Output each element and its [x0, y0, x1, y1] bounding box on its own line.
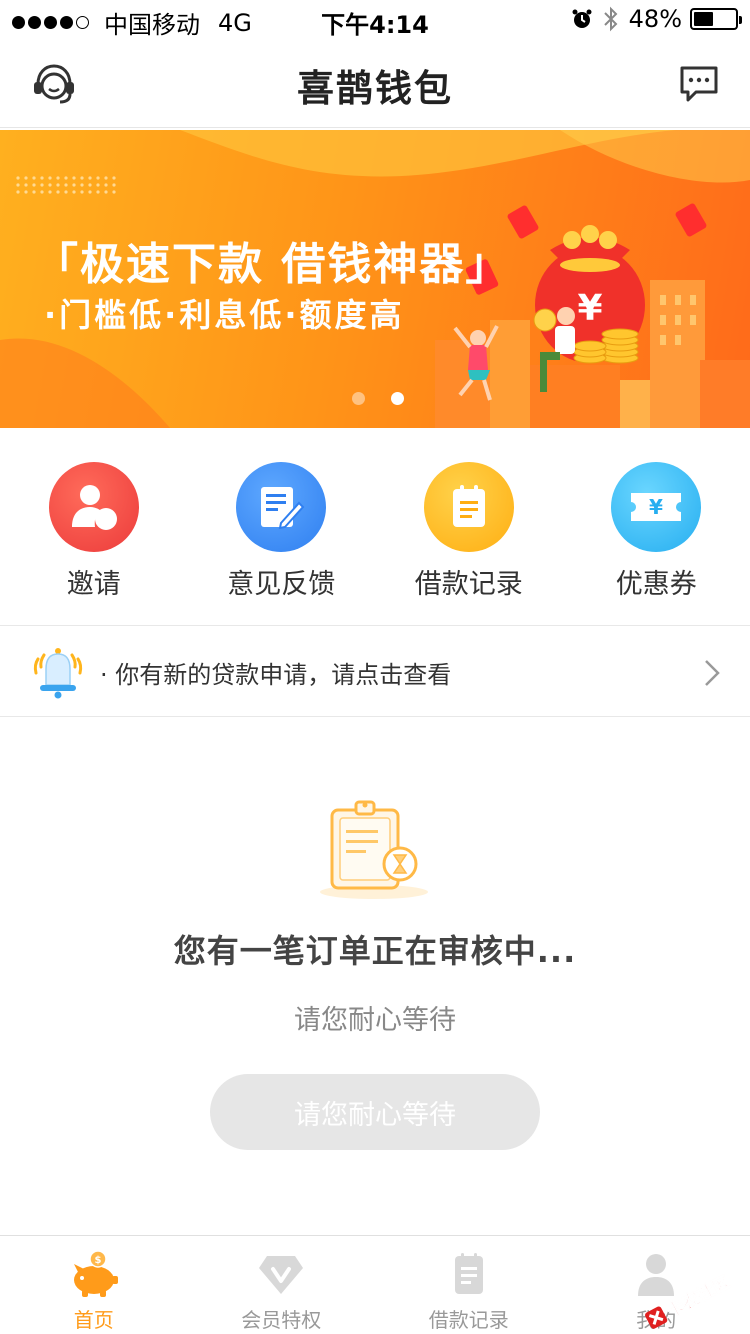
banner-pager[interactable]: [352, 392, 430, 405]
document-icon: [454, 1253, 483, 1294]
tab-label: 借款记录: [428, 1308, 509, 1332]
notice-bar[interactable]: · 你有新的贷款申请，请点击查看: [0, 627, 750, 717]
quick-action-label: 邀请: [66, 569, 121, 600]
feedback-icon: [236, 462, 327, 552]
status-bar-right: 48%: [571, 5, 742, 33]
order-status-subtitle: 请您耐心等待: [294, 1005, 456, 1036]
pager-dot-2[interactable]: [391, 392, 404, 405]
quick-action-label: 优惠券: [615, 569, 697, 600]
coupon-icon: ¥: [611, 462, 702, 552]
invite-user-icon: [48, 462, 139, 552]
battery-icon: [690, 8, 742, 30]
banner-subline: ·门槛低·利息低·额度高: [44, 296, 405, 334]
tab-loan-record[interactable]: 借款记录: [375, 1236, 563, 1334]
bell-icon: [33, 648, 83, 699]
tab-home[interactable]: $ 首页: [0, 1236, 188, 1334]
notice-text: · 你有新的贷款申请，请点击查看: [100, 661, 452, 689]
tab-label: 首页: [73, 1308, 114, 1332]
diamond-icon: [259, 1256, 304, 1294]
chevron-right-icon: [705, 660, 720, 686]
navigation-bar: 喜鹊钱包: [0, 40, 750, 128]
svg-text:$: $: [94, 1255, 101, 1266]
banner-headline: 「极速下款 借钱神器」: [34, 239, 512, 290]
order-status-title: 您有一笔订单正在审核中...: [173, 932, 577, 970]
message-icon[interactable]: [678, 62, 720, 104]
svg-text:¥: ¥: [577, 288, 602, 329]
svg-text:卡农社区: 卡农社区: [663, 1272, 733, 1322]
tab-membership[interactable]: 会员特权: [188, 1236, 376, 1334]
status-bar: 中国移动 4G 下午4:14 48%: [0, 0, 750, 40]
page-title: 喜鹊钱包: [297, 67, 453, 110]
clipboard-pending-icon: [320, 800, 428, 899]
wait-button[interactable]: 请您耐心等待: [210, 1074, 540, 1150]
pager-dot-1[interactable]: [352, 392, 365, 405]
piggy-bank-icon: $: [73, 1250, 118, 1297]
quick-action-label: 借款记录: [414, 569, 523, 600]
quick-action-invite[interactable]: 邀请: [0, 428, 188, 625]
promo-banner[interactable]: ¥ 「极速下款 借钱神器」 ·门槛低·利息低·额度高: [0, 130, 750, 428]
watermark-logo: 卡农社区: [645, 1271, 734, 1329]
battery-percent: 48%: [628, 5, 682, 33]
bluetooth-icon: [603, 6, 618, 32]
quick-action-label: 意见反馈: [227, 569, 336, 600]
tab-label: 会员特权: [241, 1308, 322, 1332]
quick-action-loan-record[interactable]: 借款记录: [375, 428, 563, 625]
quick-action-feedback[interactable]: 意见反馈: [188, 428, 376, 625]
quick-actions: 邀请 意见反馈 借款记录 ¥ 优惠券: [0, 428, 750, 626]
svg-text:¥: ¥: [649, 495, 663, 519]
quick-action-coupon[interactable]: ¥ 优惠券: [563, 428, 750, 625]
alarm-icon: [572, 9, 592, 28]
order-status-section: 您有一笔订单正在审核中... 请您耐心等待 请您耐心等待: [0, 718, 750, 1234]
loan-record-icon: [423, 462, 514, 552]
